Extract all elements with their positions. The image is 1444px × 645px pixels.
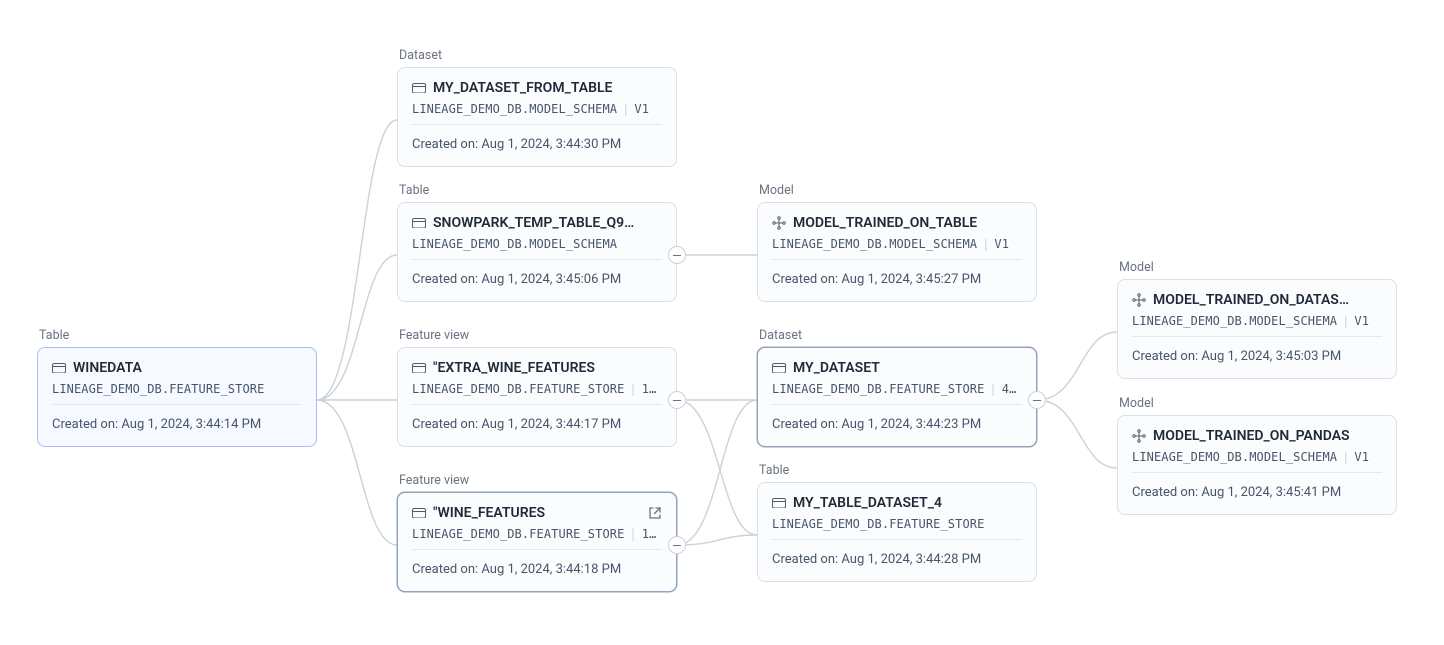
node-created: Created on: Aug 1, 2024, 3:44:14 PM xyxy=(52,417,302,432)
table-icon xyxy=(772,496,786,510)
table-icon xyxy=(412,216,426,230)
node-my-table-dataset-4[interactable]: Table MY_TABLE_DATASET_4 LINEAGE_DEMO_DB… xyxy=(757,463,1037,582)
node-type-label: Model xyxy=(759,183,1037,198)
node-path: LINEAGE_DEMO_DB.FEATURE_STORE|1.0" xyxy=(412,382,662,405)
node-created: Created on: Aug 1, 2024, 3:44:17 PM xyxy=(412,417,662,432)
collapse-button[interactable] xyxy=(668,246,686,264)
node-model-trained-on-table[interactable]: Model MODEL_TRAINED_ON_TABLE LINEAGE_DEM… xyxy=(757,183,1037,302)
node-snowpark-temp[interactable]: Table SNOWPARK_TEMP_TABLE_Q9… LINEAGE_DE… xyxy=(397,183,677,302)
lineage-canvas[interactable]: Table WINEDATA LINEAGE_DEMO_DB.FEATURE_S… xyxy=(0,0,1444,645)
node-title: MY_TABLE_DATASET_4 xyxy=(793,495,942,511)
node-type-label: Dataset xyxy=(759,328,1037,343)
node-type-label: Table xyxy=(39,328,317,343)
node-created: Created on: Aug 1, 2024, 3:45:03 PM xyxy=(1132,349,1382,364)
node-type-label: Feature view xyxy=(399,473,677,488)
model-icon xyxy=(1132,429,1146,443)
node-path: LINEAGE_DEMO_DB.FEATURE_STORE xyxy=(772,517,1022,540)
external-link-icon[interactable] xyxy=(648,506,662,520)
node-winedata[interactable]: Table WINEDATA LINEAGE_DEMO_DB.FEATURE_S… xyxy=(37,328,317,447)
node-title: MODEL_TRAINED_ON_TABLE xyxy=(793,215,977,231)
node-my-dataset[interactable]: Dataset MY_DATASET LINEAGE_DEMO_DB.FEATU… xyxy=(757,328,1037,447)
node-created: Created on: Aug 1, 2024, 3:45:27 PM xyxy=(772,272,1022,287)
node-type-label: Model xyxy=(1119,396,1397,411)
node-created: Created on: Aug 1, 2024, 3:44:30 PM xyxy=(412,137,662,152)
node-path: LINEAGE_DEMO_DB.MODEL_SCHEMA xyxy=(412,237,662,260)
node-title: SNOWPARK_TEMP_TABLE_Q9… xyxy=(433,215,634,231)
table-icon xyxy=(772,361,786,375)
node-created: Created on: Aug 1, 2024, 3:45:41 PM xyxy=(1132,485,1382,500)
node-title: MODEL_TRAINED_ON_PANDAS xyxy=(1153,428,1350,444)
node-created: Created on: Aug 1, 2024, 3:45:06 PM xyxy=(412,272,662,287)
node-path: LINEAGE_DEMO_DB.MODEL_SCHEMA|V1 xyxy=(1132,450,1382,473)
node-path: LINEAGE_DEMO_DB.MODEL_SCHEMA|V1 xyxy=(772,237,1022,260)
node-type-label: Feature view xyxy=(399,328,677,343)
table-icon xyxy=(52,361,66,375)
node-created: Created on: Aug 1, 2024, 3:44:28 PM xyxy=(772,552,1022,567)
node-title: "EXTRA_WINE_FEATURES xyxy=(433,360,595,376)
node-path: LINEAGE_DEMO_DB.FEATURE_STORE|4.0 xyxy=(772,382,1022,405)
node-type-label: Table xyxy=(759,463,1037,478)
node-title: MY_DATASET_FROM_TABLE xyxy=(433,80,612,96)
node-created: Created on: Aug 1, 2024, 3:44:23 PM xyxy=(772,417,1022,432)
node-path: LINEAGE_DEMO_DB.MODEL_SCHEMA|V1 xyxy=(1132,314,1382,337)
collapse-button[interactable] xyxy=(1028,391,1046,409)
table-icon xyxy=(412,506,426,520)
model-icon xyxy=(772,216,786,230)
node-path: LINEAGE_DEMO_DB.FEATURE_STORE|1.0" xyxy=(412,527,662,550)
node-title: MODEL_TRAINED_ON_DATAS… xyxy=(1153,292,1349,308)
collapse-button[interactable] xyxy=(668,536,686,554)
node-created: Created on: Aug 1, 2024, 3:44:18 PM xyxy=(412,562,662,577)
node-title: WINEDATA xyxy=(73,360,142,376)
node-title: MY_DATASET xyxy=(793,360,880,376)
collapse-button[interactable] xyxy=(668,391,686,409)
node-my-dataset-from-table[interactable]: Dataset MY_DATASET_FROM_TABLE LINEAGE_DE… xyxy=(397,48,677,167)
node-title: "WINE_FEATURES xyxy=(433,505,545,521)
node-path: LINEAGE_DEMO_DB.FEATURE_STORE xyxy=(52,382,302,405)
node-extra-wine-features[interactable]: Feature view "EXTRA_WINE_FEATURES LINEAG… xyxy=(397,328,677,447)
node-model-trained-on-dataset[interactable]: Model MODEL_TRAINED_ON_DATAS… LINEAGE_DE… xyxy=(1117,260,1397,379)
node-path: LINEAGE_DEMO_DB.MODEL_SCHEMA|V1 xyxy=(412,102,662,125)
node-type-label: Model xyxy=(1119,260,1397,275)
node-type-label: Table xyxy=(399,183,677,198)
table-icon xyxy=(412,81,426,95)
node-model-trained-on-pandas[interactable]: Model MODEL_TRAINED_ON_PANDAS LINEAGE_DE… xyxy=(1117,396,1397,515)
table-icon xyxy=(412,361,426,375)
model-icon xyxy=(1132,293,1146,307)
node-type-label: Dataset xyxy=(399,48,677,63)
node-wine-features[interactable]: Feature view "WINE_FEATURES LINEAGE_DEMO… xyxy=(397,473,677,592)
